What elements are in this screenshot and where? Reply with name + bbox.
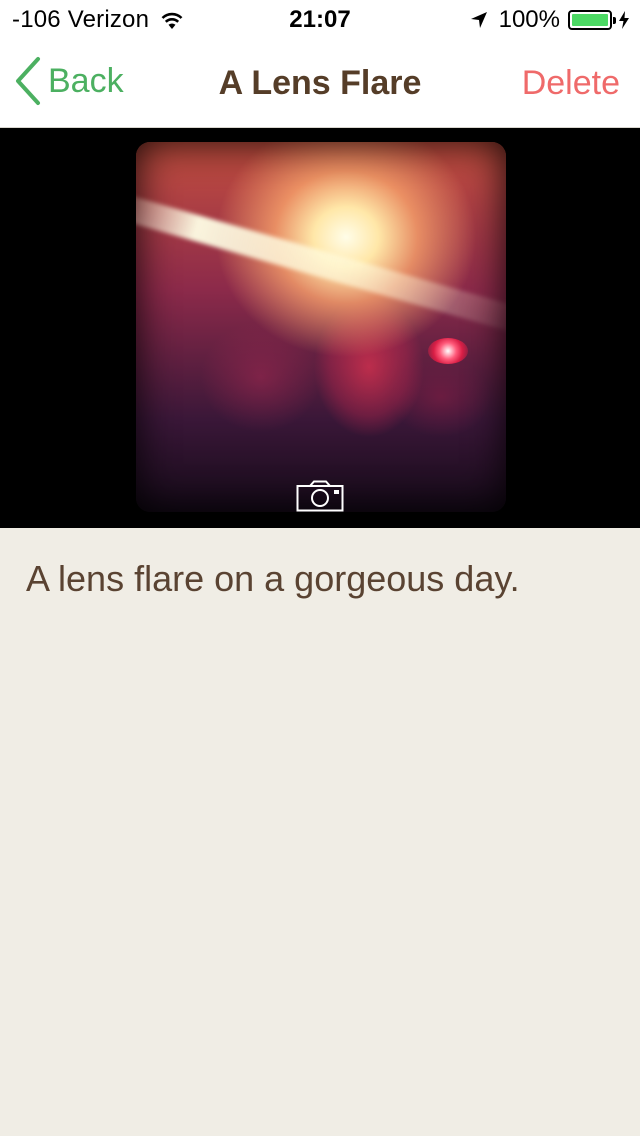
camera-icon[interactable] <box>296 480 344 512</box>
navigation-bar: Back A Lens Flare Delete <box>0 40 640 128</box>
battery-percent: 100% <box>498 6 560 33</box>
location-arrow-icon <box>470 12 487 28</box>
status-bar: -106 Verizon 21:07 100% <box>0 0 640 40</box>
note-text[interactable]: A lens flare on a gorgeous day. <box>26 558 616 600</box>
battery-icon <box>568 10 616 30</box>
photo-shade <box>136 142 506 512</box>
status-right: 100% <box>469 6 630 34</box>
battery-fill <box>572 14 608 26</box>
lens-flare-photo[interactable] <box>136 142 506 512</box>
battery-nub <box>613 17 616 24</box>
charging-bolt-icon <box>619 11 629 29</box>
delete-button[interactable]: Delete <box>522 64 620 103</box>
screen: -106 Verizon 21:07 100% Back A Lens Flar… <box>0 0 640 1136</box>
photo-area <box>0 128 640 528</box>
